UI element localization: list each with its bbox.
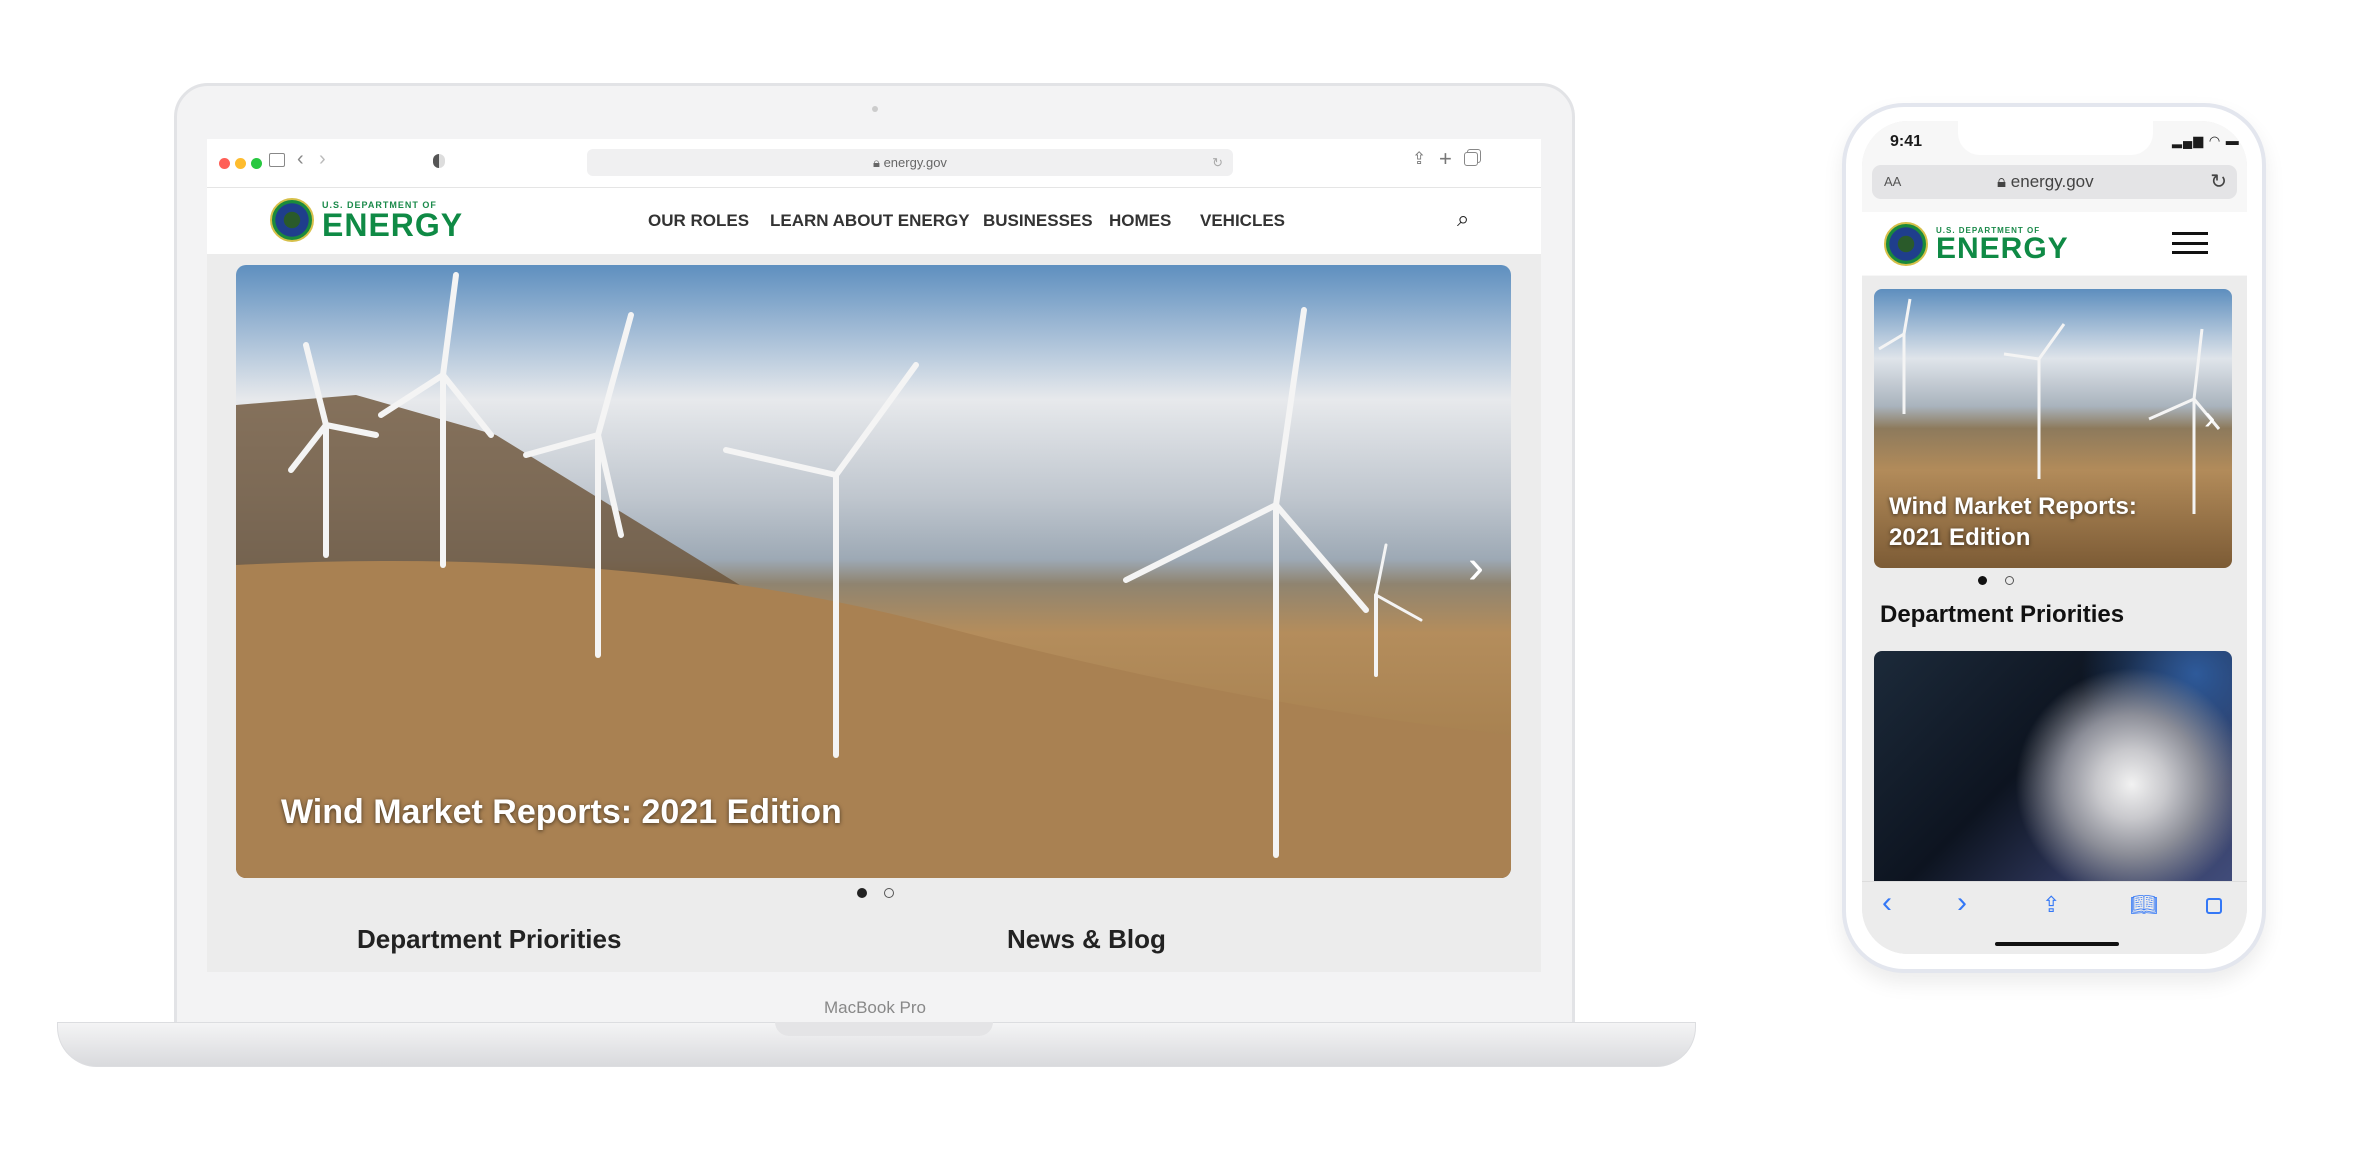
carousel-next-icon[interactable]: › (1468, 540, 1484, 595)
nav-vehicles[interactable]: VEHICLES (1200, 211, 1285, 231)
carousel-dot-active[interactable] (857, 888, 867, 898)
carousel-dot[interactable] (2005, 576, 2014, 585)
hurricane-satellite-image[interactable] (1874, 651, 2232, 881)
phone-site-header: U.S. DEPARTMENT OF ENERGY (1862, 212, 2247, 275)
laptop-screen: ‹ › 🔒︎ energy.gov ↻ ⇪ + U.S. DEPARTMENT … (207, 139, 1541, 972)
phone-screen: 9:41 ▂▄▆ ◠ ▬ AA 🔒︎ energy.gov ↻ U.S. DEP… (1862, 121, 2247, 954)
laptop-opening-notch (775, 1022, 993, 1036)
tabs-icon[interactable] (2206, 898, 2222, 914)
home-indicator[interactable] (1995, 942, 2119, 946)
doe-seal-icon (1884, 222, 1928, 266)
doe-seal-icon (270, 198, 314, 242)
phone-notch (1958, 121, 2153, 155)
laptop-camera (872, 106, 878, 112)
carousel-dot-active[interactable] (1978, 576, 1987, 585)
share-icon[interactable]: ⇪ (2042, 892, 2060, 918)
site-header: U.S. DEPARTMENT OF ENERGY OUR ROLES LEAR… (207, 188, 1541, 254)
new-tab-icon[interactable]: + (1439, 146, 1452, 172)
phone-url: 🔒︎ energy.gov (1997, 172, 2094, 191)
phone-address-bar[interactable]: AA 🔒︎ energy.gov ↻ (1872, 165, 2237, 199)
address-bar[interactable]: 🔒︎ energy.gov ↻ (587, 149, 1233, 176)
reload-icon[interactable]: ↻ (2210, 169, 2227, 194)
forward-icon[interactable]: › (319, 148, 326, 171)
share-icon[interactable]: ⇪ (1412, 149, 1426, 169)
nav-learn-about-energy[interactable]: LEARN ABOUT ENERGY (770, 211, 970, 231)
maximize-window-button[interactable] (251, 158, 262, 169)
status-signal-wifi-battery-icon: ▂▄▆ ◠ ▬ (2172, 133, 2240, 148)
reload-icon[interactable]: ↻ (1212, 149, 1223, 176)
forward-icon[interactable]: › (1957, 886, 1967, 920)
doe-logo[interactable]: U.S. DEPARTMENT OF ENERGY (1884, 222, 2069, 266)
back-icon[interactable]: ‹ (1882, 886, 1892, 920)
status-time: 9:41 (1890, 133, 1923, 150)
hamburger-menu-icon[interactable] (2172, 232, 2208, 254)
nav-homes[interactable]: HOMES (1109, 211, 1171, 231)
privacy-shield-icon[interactable] (433, 154, 445, 168)
section-heading-department-priorities: Department Priorities (1880, 601, 2125, 628)
text-size-button[interactable]: AA (1884, 174, 1901, 189)
back-icon[interactable]: ‹ (297, 148, 304, 171)
minimize-window-button[interactable] (235, 158, 246, 169)
carousel-next-icon[interactable]: › (2204, 399, 2215, 438)
laptop-model-label: MacBook Pro (823, 998, 927, 1017)
browser-toolbar: ‹ › 🔒︎ energy.gov ↻ ⇪ + (207, 139, 1541, 188)
phone-bottom-toolbar: ‹ › ⇪ 📖︎ (1862, 881, 2247, 954)
section-heading-news-blog: News & Blog (1007, 924, 1166, 954)
lock-icon: 🔒︎ (873, 155, 884, 170)
sidebar-icon[interactable] (269, 153, 285, 167)
hero-carousel-slide[interactable]: Wind Market Reports: 2021 Edition › (236, 265, 1511, 878)
lock-icon: 🔒︎ (1997, 172, 2007, 191)
doe-logo[interactable]: U.S. DEPARTMENT OF ENERGY (270, 198, 463, 242)
hero-title[interactable]: Wind Market Reports: 2021 Edition (1889, 491, 2169, 553)
close-window-button[interactable] (219, 158, 230, 169)
section-heading-department-priorities: Department Priorities (357, 924, 622, 954)
tabs-overview-icon[interactable] (1464, 152, 1478, 166)
bookmarks-icon[interactable]: 📖︎ (2130, 892, 2158, 918)
hero-title[interactable]: Wind Market Reports: 2021 Edition (281, 793, 842, 832)
wind-turbines-image (236, 272, 1511, 878)
search-icon[interactable]: ⌕ (1457, 206, 1469, 232)
phone-hero-slide[interactable]: Wind Market Reports: 2021 Edition › (1874, 289, 2232, 568)
nav-our-roles[interactable]: OUR ROLES (648, 211, 749, 231)
carousel-dot[interactable] (884, 888, 894, 898)
nav-businesses[interactable]: BUSINESSES (983, 211, 1093, 231)
